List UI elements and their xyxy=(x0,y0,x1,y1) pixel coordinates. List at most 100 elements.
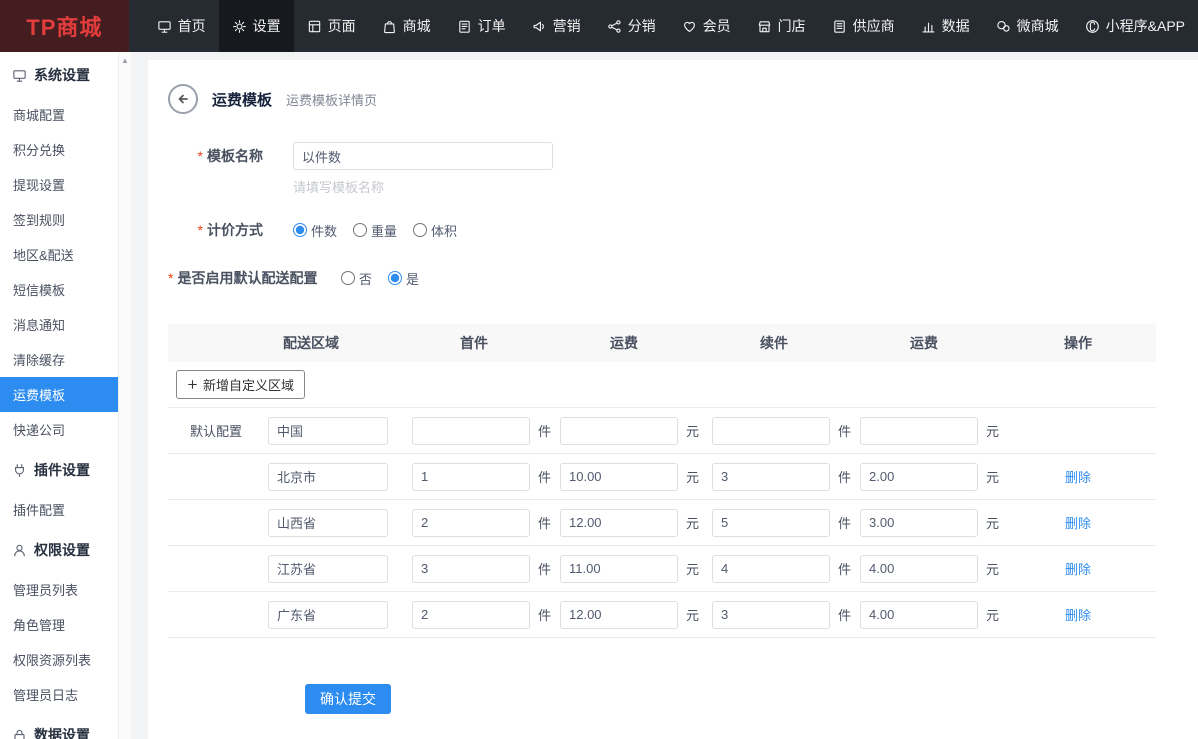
top-navbar: TP商城 首页 设置 页面 商城 订单 营销 分销 会员 门店 供应商 数据 微… xyxy=(0,0,1198,52)
region-input[interactable] xyxy=(268,416,388,445)
default-config-label: * 是否启用默认配送配置 xyxy=(168,270,318,286)
default-config-row: * 是否启用默认配送配置 否 是 xyxy=(168,264,1178,292)
nav-item-store[interactable]: 门店 xyxy=(744,0,819,52)
nav-item-order[interactable]: 订单 xyxy=(444,0,519,52)
next-count-input[interactable] xyxy=(712,462,830,491)
nav-item-data[interactable]: 数据 xyxy=(908,0,983,52)
next-fee-input[interactable] xyxy=(860,462,978,491)
required-mark: * xyxy=(168,270,174,286)
table-row-default: 默认配置 件 元 件 元 xyxy=(168,408,1156,454)
back-button[interactable] xyxy=(168,84,198,114)
table-body: 默认配置 件 元 件 元 件 xyxy=(168,408,1156,638)
sidebar-item[interactable]: 插件配置 xyxy=(0,492,118,527)
sidebar-group-plug[interactable]: 插件设置 xyxy=(0,447,118,492)
plug-icon xyxy=(12,463,27,478)
supplier-icon xyxy=(832,19,847,34)
sidebar-scrollbar[interactable]: ▲ xyxy=(118,52,131,739)
radio-option-pricing-0[interactable]: 件数 xyxy=(293,221,337,240)
sidebar-item[interactable]: 积分兑换 xyxy=(0,132,118,167)
delete-link[interactable]: 删除 xyxy=(1065,513,1091,532)
radio-input[interactable] xyxy=(341,271,355,285)
sidebar-item[interactable]: 消息通知 xyxy=(0,307,118,342)
nav-item-page[interactable]: 页面 xyxy=(294,0,369,52)
first-count-input[interactable] xyxy=(412,554,530,583)
nav-item-home[interactable]: 首页 xyxy=(144,0,219,52)
back-arrow-icon xyxy=(175,91,191,107)
region-input[interactable] xyxy=(268,462,388,491)
delete-link[interactable]: 删除 xyxy=(1065,467,1091,486)
first-fee-input[interactable] xyxy=(560,554,678,583)
nav-item-supplier[interactable]: 供应商 xyxy=(819,0,908,52)
first-fee-input[interactable] xyxy=(560,508,678,537)
region-input[interactable] xyxy=(268,554,388,583)
first-fee-input[interactable] xyxy=(560,416,678,445)
row-label: 默认配置 xyxy=(190,424,243,439)
unit-currency-label: 元 xyxy=(686,608,700,623)
pricing-method-row: * 计价方式 件数 重量 体积 xyxy=(168,216,1178,244)
first-count-input[interactable] xyxy=(412,600,530,629)
nav-item-gear[interactable]: 设置 xyxy=(218,0,294,52)
radio-option-defaultcfg-1[interactable]: 是 xyxy=(388,269,419,288)
sidebar-item[interactable]: 商城配置 xyxy=(0,97,118,132)
nav-item-marketing[interactable]: 营销 xyxy=(519,0,594,52)
sidebar-item[interactable]: 运费模板 xyxy=(0,377,118,412)
unit-currency-label: 元 xyxy=(686,562,700,577)
store-icon xyxy=(757,19,772,34)
radio-option-pricing-1[interactable]: 重量 xyxy=(353,221,397,240)
sidebar-group-user[interactable]: 权限设置 xyxy=(0,527,118,572)
radio-option-pricing-2[interactable]: 体积 xyxy=(413,221,457,240)
next-fee-input[interactable] xyxy=(860,600,978,629)
sidebar-item[interactable]: 角色管理 xyxy=(0,607,118,642)
content-card: 运费模板 运费模板详情页 *模板名称 请填写模板名称 *计价方式 件数 重量 体… xyxy=(148,60,1198,739)
user-icon xyxy=(12,543,27,558)
lock-icon xyxy=(12,728,27,739)
submit-button[interactable]: 确认提交 xyxy=(305,684,391,714)
add-region-button[interactable]: 新增自定义区域 xyxy=(176,370,306,399)
radio-input[interactable] xyxy=(353,223,368,237)
radio-input[interactable] xyxy=(388,271,403,285)
member-icon xyxy=(682,19,697,34)
next-count-input[interactable] xyxy=(712,416,830,445)
first-fee-input[interactable] xyxy=(560,462,678,491)
first-count-input[interactable] xyxy=(412,416,530,445)
sidebar-item[interactable]: 快递公司 xyxy=(0,412,118,447)
sidebar-item[interactable]: 管理员列表 xyxy=(0,572,118,607)
order-icon xyxy=(457,19,472,34)
sidebar-item[interactable]: 短信模板 xyxy=(0,272,118,307)
delete-link[interactable]: 删除 xyxy=(1065,559,1091,578)
marketing-icon xyxy=(532,19,547,34)
next-count-input[interactable] xyxy=(712,600,830,629)
col-header-region: 配送区域 xyxy=(283,335,339,351)
nav-item-miniapp[interactable]: 小程序&APP xyxy=(1072,0,1198,52)
nav-item-mall[interactable]: 商城 xyxy=(369,0,444,52)
sidebar-group-monitor[interactable]: 系统设置 xyxy=(0,52,118,97)
next-count-input[interactable] xyxy=(712,554,830,583)
next-count-input[interactable] xyxy=(712,508,830,537)
sidebar-item[interactable]: 管理员日志 xyxy=(0,677,118,712)
first-fee-input[interactable] xyxy=(560,600,678,629)
region-input[interactable] xyxy=(268,600,388,629)
sidebar-item[interactable]: 提现设置 xyxy=(0,167,118,202)
nav-item-wechat[interactable]: 微商城 xyxy=(983,0,1072,52)
radio-option-defaultcfg-0[interactable]: 否 xyxy=(341,269,372,288)
template-name-input[interactable] xyxy=(293,142,553,170)
next-fee-input[interactable] xyxy=(860,554,978,583)
radio-input[interactable] xyxy=(293,223,307,237)
nav-item-member[interactable]: 会员 xyxy=(669,0,744,52)
sidebar-item[interactable]: 签到规则 xyxy=(0,202,118,237)
sidebar-group-lock[interactable]: 数据设置 xyxy=(0,712,118,739)
sidebar-item[interactable]: 清除缓存 xyxy=(0,342,118,377)
first-count-input[interactable] xyxy=(412,462,530,491)
unit-currency-label: 元 xyxy=(686,424,700,439)
scroll-up-icon[interactable]: ▲ xyxy=(119,52,131,65)
nav-item-share[interactable]: 分销 xyxy=(594,0,669,52)
sidebar-item[interactable]: 权限资源列表 xyxy=(0,642,118,677)
next-fee-input[interactable] xyxy=(860,508,978,537)
next-fee-input[interactable] xyxy=(860,416,978,445)
app-logo[interactable]: TP商城 xyxy=(0,0,129,52)
radio-input[interactable] xyxy=(413,223,428,237)
first-count-input[interactable] xyxy=(412,508,530,537)
delete-link[interactable]: 删除 xyxy=(1065,605,1091,624)
region-input[interactable] xyxy=(268,508,388,537)
sidebar-item[interactable]: 地区&配送 xyxy=(0,237,118,272)
